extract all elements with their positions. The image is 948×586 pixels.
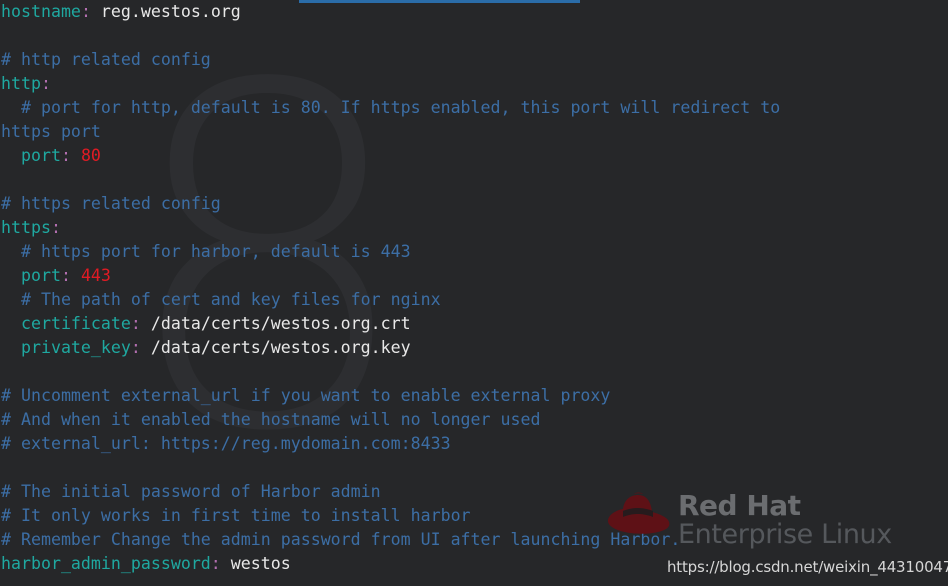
code-token: : — [210, 554, 221, 573]
code-token: port — [1, 146, 61, 165]
code-token: # Uncomment external_url if you want to … — [1, 386, 611, 405]
code-token: : — [40, 74, 51, 93]
code-line: # Uncomment external_url if you want to … — [0, 384, 948, 408]
code-token: # It only works in first time to install… — [1, 506, 471, 525]
code-token: : — [50, 218, 61, 237]
code-token: certificate — [1, 314, 131, 333]
code-line: # port for http, default is 80. If https… — [0, 96, 948, 120]
code-line: # http related config — [0, 48, 948, 72]
code-token: # The initial password of Harbor admin — [1, 482, 381, 501]
code-token: # And when it enabled the hostname will … — [1, 410, 541, 429]
code-line: # https related config — [0, 192, 948, 216]
code-line: # And when it enabled the hostname will … — [0, 408, 948, 432]
terminal-window: 8 hostname: reg.westos.org # http relate… — [0, 0, 948, 586]
code-token: : — [80, 2, 91, 21]
code-line: certificate: /data/certs/westos.org.crt — [0, 312, 948, 336]
blog-url-watermark: https://blog.csdn.net/weixin_44310047 — [667, 558, 948, 576]
code-token: hostname — [1, 2, 81, 21]
code-token: : — [60, 146, 71, 165]
code-line: hostname: reg.westos.org — [0, 0, 948, 24]
code-token: http — [1, 74, 41, 93]
code-token: reg.westos.org — [90, 2, 241, 21]
code-token: # The path of cert and key files for ngi… — [1, 290, 441, 309]
code-token: /data/certs/westos.org.crt — [140, 314, 411, 333]
code-line: http: — [0, 72, 948, 96]
code-token: : — [60, 266, 71, 285]
code-line: # Remember Change the admin password fro… — [0, 528, 948, 552]
window-accent-line — [299, 0, 580, 3]
code-line: port: 80 — [0, 144, 948, 168]
code-token: https — [1, 218, 51, 237]
code-token: 80 — [70, 146, 101, 165]
config-file-text[interactable]: hostname: reg.westos.org # http related … — [0, 0, 948, 586]
code-token: harbor_admin_password — [1, 554, 211, 573]
code-token: port — [1, 266, 61, 285]
code-line: # The path of cert and key files for ngi… — [0, 288, 948, 312]
code-line: port: 443 — [0, 264, 948, 288]
code-token: # http related config — [1, 50, 211, 69]
code-line: https port — [0, 120, 948, 144]
code-token: # Remember Change the admin password fro… — [1, 530, 681, 549]
code-line: # The initial password of Harbor admin — [0, 480, 948, 504]
code-token: : — [130, 314, 141, 333]
code-line: # https port for harbor, default is 443 — [0, 240, 948, 264]
code-token: # external_url: https://reg.mydomain.com… — [1, 434, 451, 453]
code-token: https port — [1, 122, 101, 141]
code-line: # external_url: https://reg.mydomain.com… — [0, 432, 948, 456]
code-line: private_key: /data/certs/westos.org.key — [0, 336, 948, 360]
code-token: 443 — [70, 266, 111, 285]
code-token: # https port for harbor, default is 443 — [1, 242, 411, 261]
code-token: /data/certs/westos.org.key — [140, 338, 411, 357]
code-line: # It only works in first time to install… — [0, 504, 948, 528]
code-token: # https related config — [1, 194, 221, 213]
code-token: westos — [220, 554, 291, 573]
code-line: https: — [0, 216, 948, 240]
code-token: : — [130, 338, 141, 357]
code-token: # port for http, default is 80. If https… — [1, 98, 781, 117]
code-token: private_key — [1, 338, 131, 357]
